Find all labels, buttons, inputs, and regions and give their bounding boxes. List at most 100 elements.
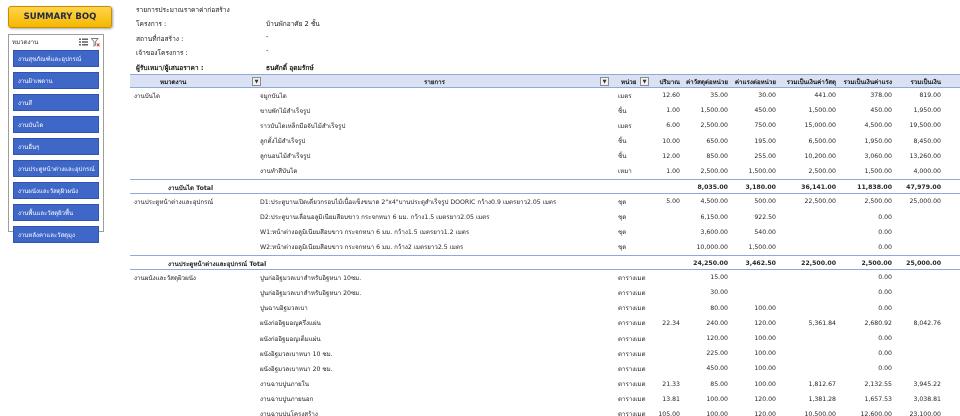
cell-unit: ชุด (618, 229, 627, 237)
cell-grand-total: 819.00 (919, 92, 941, 99)
category-filter-dropdown-icon[interactable]: ▼ (252, 77, 261, 86)
slicer-item[interactable]: งานหลังคาและวัสดุมุง (13, 226, 99, 243)
owner-value: - (266, 47, 269, 55)
slicer-item[interactable]: งานฝ้าเพดาน (13, 72, 99, 89)
cell-mat-total: 22,500.00 (804, 198, 837, 206)
summary-boq-button[interactable]: SUMMARY BOQ (8, 6, 112, 28)
item-filter-dropdown-icon[interactable]: ▼ (600, 77, 609, 86)
cell-item: งานทำสีบันได (260, 168, 298, 176)
cell-item: ปูนก่ออิฐมวลเบาสำหรับอิฐหนา 20ซม. (260, 289, 362, 297)
project-value: บ้านพักอาศัย 2 ชั้น (266, 20, 320, 28)
cell-mat-total: 441.00 (814, 92, 836, 99)
cell-lab-total: 2,132.55 (864, 380, 892, 388)
owner-label: เจ้าของโครงการ : (136, 49, 188, 57)
cell-mat-total (778, 346, 836, 361)
estimator-value: ธนศักดิ์ อุดมรักษ์ (266, 64, 314, 72)
cell-item: ผนังอิฐมวลเบาหนา 20 ซม. (260, 365, 333, 373)
cell-mat-unit: 3,600.00 (700, 228, 728, 236)
slicer-item[interactable]: งานบันได (13, 116, 99, 133)
cell-category (134, 377, 252, 392)
cell-lab-unit: 100.00 (754, 350, 776, 358)
cell-mat-unit: 120.00 (706, 335, 728, 342)
table-row: W1:หน้าต่างอลูมิเนียมสีอบขาว กระจกหนา 6 … (130, 225, 960, 240)
cell-item: W1:หน้าต่างอลูมิเนียมสีอบขาว กระจกหนา 6 … (260, 229, 470, 237)
cell-lab-unit: 1,500.00 (748, 167, 776, 175)
multi-select-icon[interactable] (78, 37, 88, 47)
cell-mat-total (778, 240, 836, 255)
cell-qty (650, 301, 680, 316)
cell-mat-total (778, 285, 836, 300)
cell-category (134, 103, 252, 118)
cell-lab-unit: 120.00 (754, 395, 776, 403)
cell-grand-total: 1,950.00 (913, 107, 941, 115)
cell-category: งานบันได (134, 92, 161, 100)
cell-mat-total: 6,500.00 (808, 137, 836, 145)
cell-category (134, 316, 252, 331)
table-row: ปูนก่ออิฐมวลเบาสำหรับอิฐหนา 20ซม. ตารางเม… (130, 285, 960, 300)
cell-lab-total: 4,500.00 (864, 122, 892, 130)
subtotal-row: งานประตูหน้าต่างและอุปกรณ์ Total 24,250.0… (130, 255, 960, 271)
table-body: งานบันได จมูกบันได เมตร 12.60 35.00 30.00 441.… (130, 88, 960, 416)
slicer-item[interactable]: งานอื่นๆ (13, 138, 99, 155)
cell-category (134, 346, 252, 361)
col-header-lab-unit: ค่าแรงต่อหน่วย (734, 78, 776, 86)
cell-grand-total: 8,450.00 (913, 137, 941, 145)
cell-item: D2:ประตูบานเลื่อนอลูมิเนียมสีอบขาว กระจก… (260, 214, 490, 221)
cell-lab-total: 0.00 (878, 350, 892, 358)
cell-item: งานฉาบปูนโครงสร้าง (260, 411, 318, 416)
cell-lab-total: 0.00 (878, 274, 892, 282)
slicer-item[interactable]: งานพื้นและวัสดุผิวพื้น (13, 204, 99, 221)
slicer-item[interactable]: งานผนังและวัสดุผิวผนัง (13, 182, 99, 199)
table-row: งานฉาบปูนภายนอก ตารางเมตร 13.81 100.00 120.0… (130, 392, 960, 407)
cell-category (134, 210, 252, 225)
table-row: ลูกตั้งไม้สำเร็จรูป ชิ้น 10.00 650.00 195.00… (130, 134, 960, 149)
cell-category (134, 285, 252, 300)
cell-grand-total (894, 285, 941, 300)
cell-lab-unit: 100.00 (754, 304, 776, 312)
table-row: งานฉาบปูนโครงสร้าง ตารางเมตร 105.00 100.00 1… (130, 407, 960, 416)
cell-mat-unit: 1,500.00 (700, 107, 728, 115)
cell-category (134, 361, 252, 376)
category-slicer: หมวดงาน งานสุขภัณฑ์และอุปกรณ์ งานฝ้าเพดาน… (8, 34, 104, 243)
cell-lab-total: 3,060.00 (864, 152, 892, 160)
cell-qty (650, 210, 680, 225)
cell-category (134, 149, 252, 164)
cell-unit: ตารางเมตร (618, 350, 646, 358)
unit-filter-dropdown-icon[interactable]: ▼ (640, 77, 649, 86)
cell-category (134, 134, 252, 149)
cell-mat-total (778, 225, 836, 240)
cell-qty (650, 285, 680, 300)
cell-mat-total: 10,500.00 (804, 410, 837, 416)
cell-grand-total: 23,100.00 (909, 410, 942, 416)
cell-item: ปูนก่ออิฐมวลเบาสำหรับอิฐหนา 10ซม. (260, 274, 362, 282)
cell-grand-total (894, 361, 941, 376)
slicer-item[interactable]: งานสี (13, 94, 99, 111)
slicer-item[interactable]: งานสุขภัณฑ์และอุปกรณ์ (13, 50, 99, 67)
cell-unit: ชิ้น (618, 153, 627, 161)
cell-qty: 22.34 (662, 319, 680, 327)
cell-grand-total (894, 346, 941, 361)
cell-lab-total: 450.00 (870, 107, 892, 115)
table-row: W2:หน้าต่างอลูมิเนียมสีอบขาว กระจกหนา 6 … (130, 240, 960, 255)
cell-item: ผนังอิฐมวลเบาหนา 10 ซม. (260, 350, 333, 358)
subtotal-label: งานบันได Total (168, 184, 214, 192)
cell-mat-unit: 80.00 (710, 304, 728, 312)
cell-mat-unit: 35.00 (710, 92, 728, 99)
cell-category (134, 164, 252, 179)
cell-lab-total: 0.00 (878, 304, 892, 312)
cell-unit: ชิ้น (618, 138, 627, 146)
cell-unit: ตารางเมตร (618, 381, 646, 389)
cell-unit: ตารางเมตร (618, 274, 646, 282)
cell-unit: เมตร (618, 122, 632, 130)
cell-mat-unit: 240.00 (706, 319, 728, 327)
cell-grand-total: 25,000.00 (909, 198, 942, 206)
cell-grand-total: 3,945.22 (913, 380, 941, 388)
cell-category (134, 331, 252, 346)
col-header-category: หมวดงาน (160, 78, 187, 86)
cell-category: งานผนังและวัสดุผิวผนัง (134, 274, 196, 282)
table-header-row: หมวดงาน ▼ รายการ ▼ หน่วย ▼ ปริมาณ ค่าวัส… (130, 74, 960, 88)
cell-unit: ตารางเมตร (618, 289, 646, 297)
clear-filter-icon[interactable] (90, 37, 100, 47)
table-row: งานบันได จมูกบันได เมตร 12.60 35.00 30.00 441.… (130, 88, 960, 103)
slicer-item[interactable]: งานประตูหน้าต่างและอุปกรณ์ (13, 160, 99, 177)
